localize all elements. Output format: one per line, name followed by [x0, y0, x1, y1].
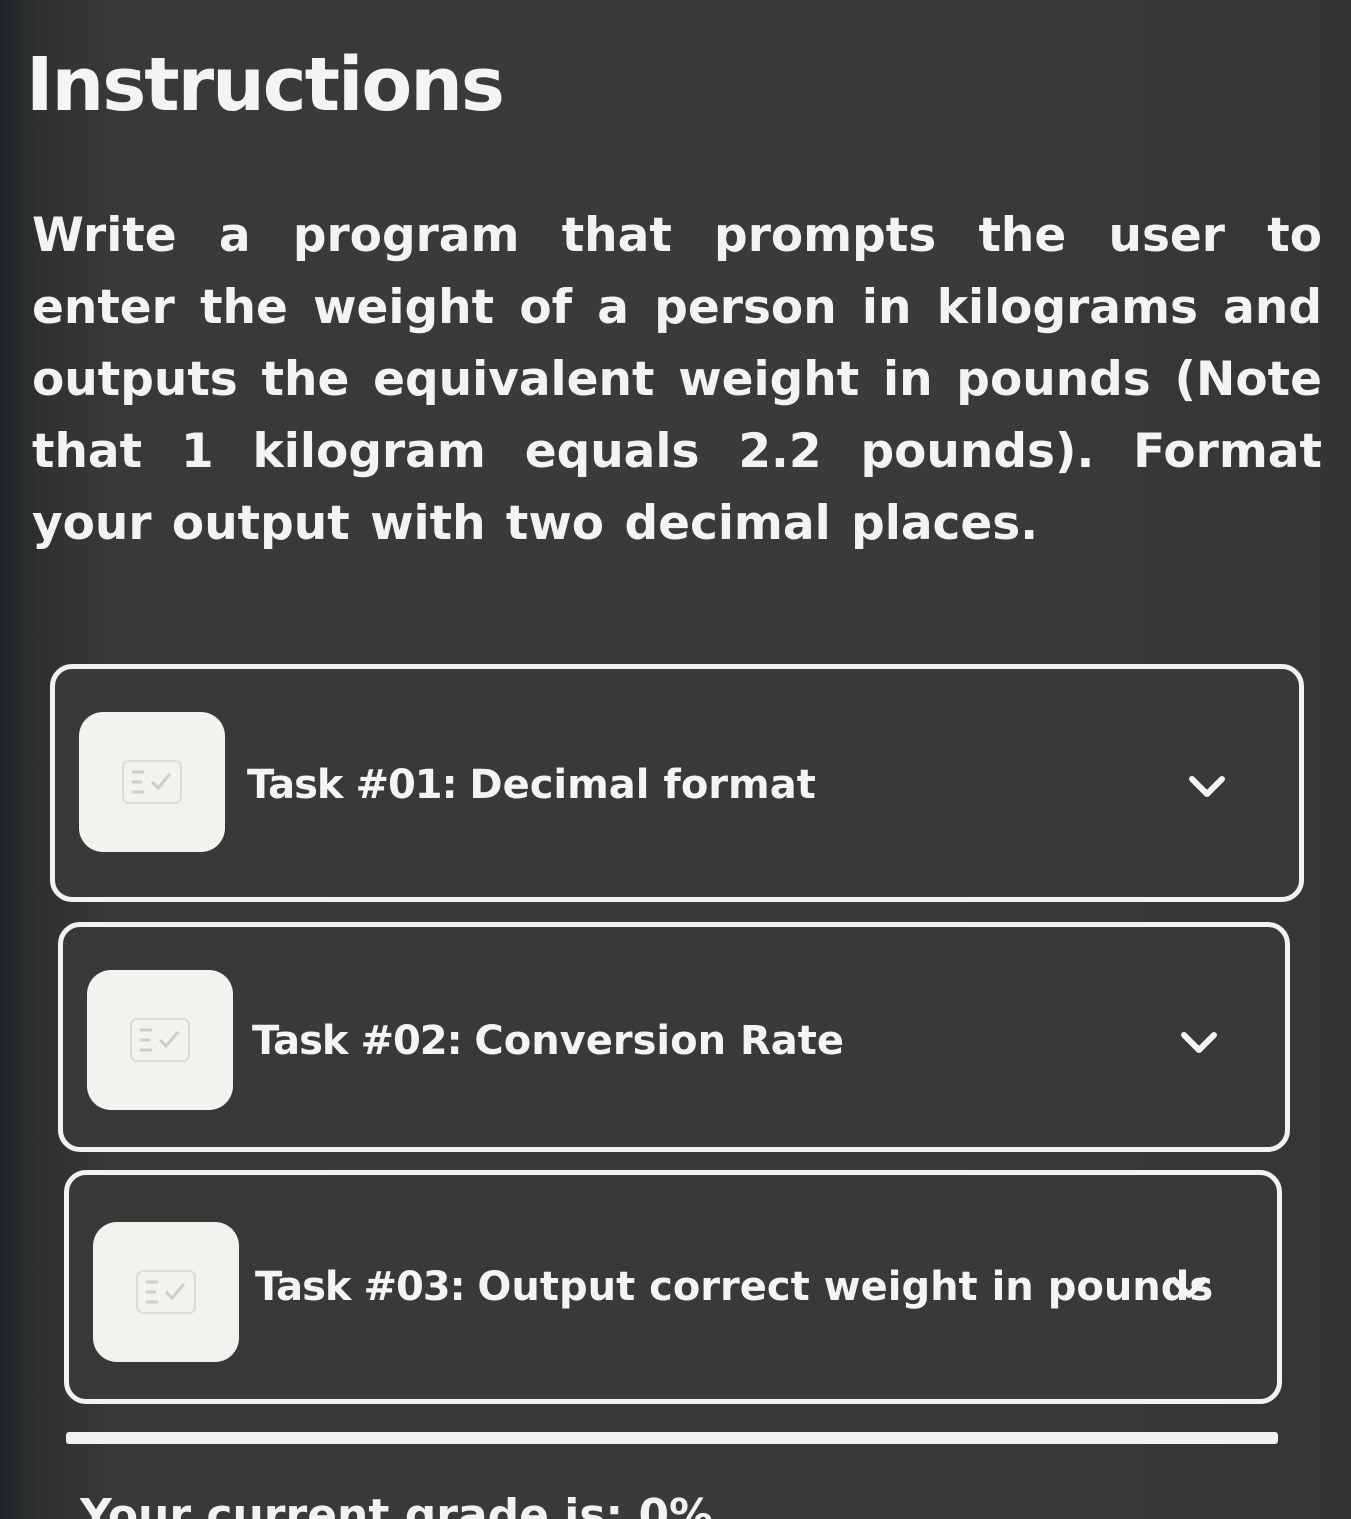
instructions-title: Instructions — [26, 42, 505, 128]
task-03-checklist-icon — [93, 1222, 239, 1362]
task-01-label: Task #01: Decimal format — [247, 762, 816, 808]
task-03-name: Output correct weight in pounds — [477, 1264, 1214, 1310]
chevron-down-icon[interactable] — [1169, 1273, 1209, 1303]
chevron-down-icon[interactable] — [1179, 1028, 1219, 1058]
task-card-02[interactable]: Task #02: Conversion Rate — [58, 922, 1290, 1152]
task-01-checklist-icon — [79, 712, 225, 852]
task-01-name: Decimal format — [469, 762, 816, 808]
task-card-03[interactable]: Task #03: Output correct weight in pound… — [64, 1170, 1282, 1404]
task-03-number: Task #03: — [255, 1264, 466, 1310]
task-card-01[interactable]: Task #01: Decimal format — [50, 664, 1304, 902]
instructions-description: Write a program that prompts the user to… — [32, 208, 1322, 551]
task-02-name: Conversion Rate — [474, 1018, 845, 1064]
task-01-number: Task #01: — [247, 762, 458, 808]
task-02-number: Task #02: — [252, 1018, 463, 1064]
task-02-checklist-icon — [87, 970, 233, 1110]
task-03-label: Task #03: Output correct weight in pound… — [255, 1264, 1213, 1310]
instructions-panel: Instructions Write a program that prompt… — [0, 0, 1351, 1519]
current-grade: Your current grade is: 0% — [80, 1490, 714, 1519]
chevron-down-icon[interactable] — [1187, 772, 1227, 802]
task-02-label: Task #02: Conversion Rate — [252, 1018, 844, 1064]
section-divider — [66, 1432, 1278, 1444]
